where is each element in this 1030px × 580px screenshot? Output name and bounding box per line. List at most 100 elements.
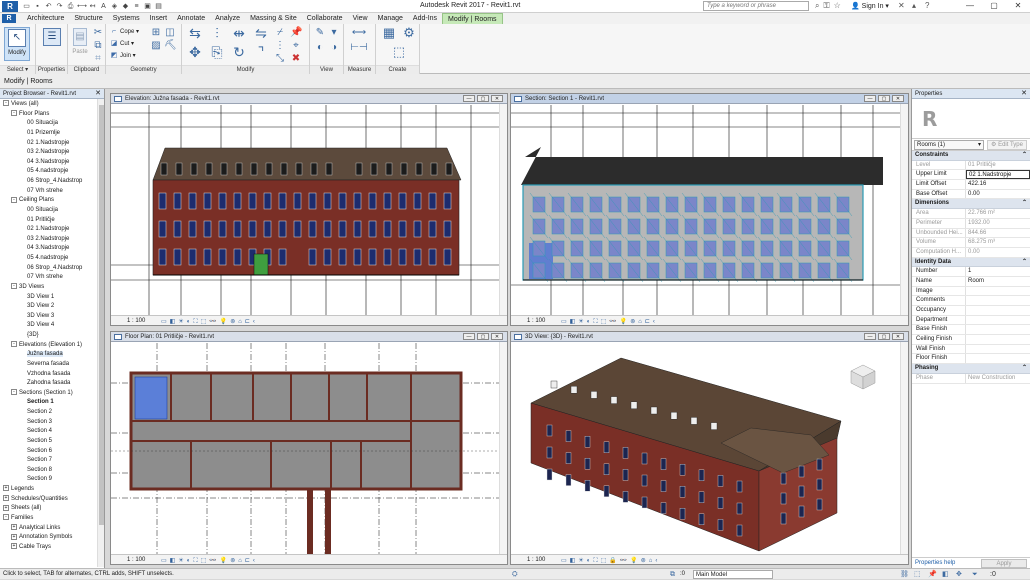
copy-element-icon[interactable]: ⎘ xyxy=(208,45,226,64)
browser-node[interactable]: Zahodna fasada xyxy=(0,379,104,389)
view-dropdown-icon[interactable]: ▾ xyxy=(328,27,340,39)
tab-architecture[interactable]: Architecture xyxy=(22,13,69,24)
reveal-hidden-icon[interactable]: 💡 xyxy=(220,556,227,566)
search-icon[interactable]: ⌕ xyxy=(815,1,819,11)
crop-icon[interactable]: ⛶ xyxy=(593,317,597,327)
search-input[interactable]: Type a keyword or phrase xyxy=(703,1,809,11)
subscription-icon[interactable]: ⚿ xyxy=(823,1,829,11)
close-icon[interactable]: ✕ xyxy=(1021,89,1027,99)
rotate-icon[interactable]: ↻ xyxy=(230,45,248,64)
properties-help-link[interactable]: Properties help xyxy=(915,560,955,566)
constraints-icon[interactable]: ⊏ xyxy=(245,317,250,327)
detail-level-icon[interactable]: ▭ xyxy=(161,317,167,327)
close-icon[interactable]: ✕ xyxy=(892,95,904,102)
cut-geometry-button[interactable]: ◪ Cut ▾ xyxy=(110,39,134,49)
collapse-icon[interactable]: - xyxy=(11,110,17,117)
filter-icon[interactable]: ⏷ xyxy=(972,569,978,580)
floor-plan-view[interactable]: Floor Plan: 01 Pritličje - Revit1.rvt — ▢… xyxy=(110,331,508,565)
join-button[interactable]: ◩ Join ▾ xyxy=(110,51,136,61)
tab-systems[interactable]: Systems xyxy=(108,13,145,24)
detail-level-icon[interactable]: ▭ xyxy=(161,556,167,566)
split-face-icon[interactable]: ◫ xyxy=(164,27,176,39)
scale-label[interactable]: 1 : 100 xyxy=(527,557,545,563)
linework-icon[interactable]: ◑ xyxy=(328,42,340,54)
apply-button[interactable]: Apply xyxy=(981,559,1027,568)
browser-node[interactable]: - Ceiling Plans xyxy=(0,196,104,206)
elevation-scrollbar[interactable] xyxy=(499,104,507,315)
temp-hide-icon[interactable]: 👓 xyxy=(209,317,216,327)
save-icon[interactable]: ▪ xyxy=(33,2,42,11)
browser-node[interactable]: Section 5 xyxy=(0,437,104,447)
3d-scrollbar[interactable] xyxy=(900,342,908,554)
redo-icon[interactable]: ↷ xyxy=(55,2,64,11)
analytical-icon[interactable]: ⊚ xyxy=(230,317,235,327)
tab-manage[interactable]: Manage xyxy=(373,13,408,24)
split-icon[interactable]: ⌿ xyxy=(274,27,286,39)
properties-header[interactable]: Properties ✕ xyxy=(912,89,1030,99)
select-pinned-icon[interactable]: 📌 xyxy=(928,569,937,580)
temp-hide-icon[interactable]: 👓 xyxy=(209,556,216,566)
detail-level-icon[interactable]: ▭ xyxy=(561,317,567,327)
select-by-face-icon[interactable]: ◧ xyxy=(942,569,949,580)
browser-node[interactable]: Severna fasada xyxy=(0,360,104,370)
demolish-icon[interactable]: ⛏ xyxy=(164,40,177,52)
undo-icon[interactable]: ↶ xyxy=(44,2,53,11)
expand-icon[interactable]: + xyxy=(3,504,9,511)
close-icon[interactable]: ✕ xyxy=(1006,0,1030,12)
property-value[interactable] xyxy=(966,345,1030,354)
project-browser-scrollbar[interactable] xyxy=(97,99,104,567)
drag-elements-icon[interactable]: ✥ xyxy=(956,569,962,580)
instance-filter-dropdown[interactable]: Rooms (1) ▾ xyxy=(914,140,984,150)
highlight-icon[interactable]: ⌂ xyxy=(238,317,242,327)
collapse-icon[interactable]: - xyxy=(11,341,17,348)
scale-icon[interactable]: ⤡ xyxy=(274,53,286,65)
shadows-icon[interactable]: ◐ xyxy=(587,556,591,566)
browser-node[interactable]: Section 2 xyxy=(0,408,104,418)
wall-joins-icon[interactable]: ⊞ xyxy=(150,27,162,39)
property-value[interactable] xyxy=(966,287,1030,296)
collapse-icon[interactable]: ⌃ xyxy=(1022,151,1027,161)
pin-icon[interactable]: 📌 xyxy=(290,27,302,39)
tab-insert[interactable]: Insert xyxy=(145,13,173,24)
expand-icon[interactable]: + xyxy=(11,523,17,530)
browser-node[interactable]: 02 1.Nadstropje xyxy=(0,139,104,149)
delete-icon[interactable]: ✖ xyxy=(290,53,302,65)
property-value[interactable] xyxy=(966,316,1030,325)
browser-node[interactable]: 06 Strop_4.Nadstrop xyxy=(0,177,104,187)
scale-label[interactable]: 1 : 100 xyxy=(527,318,545,324)
thin-lines-icon[interactable]: ≡ xyxy=(132,2,141,11)
exchange-icon[interactable]: ✕ xyxy=(898,1,905,10)
property-value[interactable] xyxy=(966,335,1030,344)
paste-button[interactable]: ▤ Paste xyxy=(71,27,89,65)
browser-node[interactable]: 07 Vrh strehe xyxy=(0,273,104,283)
expand-icon[interactable]: + xyxy=(11,533,17,540)
browser-node[interactable]: + Legends xyxy=(0,485,104,495)
reveal-hidden-icon[interactable]: 💡 xyxy=(620,317,627,327)
property-section[interactable]: Identity Data ⌃ xyxy=(912,257,1030,268)
star-icon[interactable]: ☆ xyxy=(834,1,841,11)
browser-node[interactable]: + Sheets (all) xyxy=(0,504,104,514)
browser-node[interactable]: Section 8 xyxy=(0,466,104,476)
browser-node[interactable]: 3D View 4 xyxy=(0,321,104,331)
browser-node[interactable]: 05 4.nadstropje xyxy=(0,167,104,177)
crop-icon[interactable]: ⛶ xyxy=(193,556,197,566)
restore-icon[interactable]: ▢ xyxy=(477,333,489,340)
help-icon[interactable]: ? xyxy=(925,1,929,10)
section-canvas[interactable] xyxy=(511,105,900,315)
browser-node[interactable]: 04 3.Nadstropje xyxy=(0,158,104,168)
minimize-icon[interactable]: — xyxy=(864,95,876,102)
property-value[interactable]: Room xyxy=(966,277,1030,286)
collapse-icon[interactable]: - xyxy=(3,514,9,521)
revit-app-button[interactable]: R xyxy=(2,14,16,23)
copy-icon[interactable]: ⧉ xyxy=(92,40,104,52)
temp-hide-icon[interactable]: 👓 xyxy=(620,556,627,566)
browser-node[interactable]: 04 3.Nadstropje xyxy=(0,244,104,254)
paint-icon[interactable]: ▨ xyxy=(150,40,162,52)
highlight-icon[interactable]: ⌂ xyxy=(649,556,653,566)
browser-node[interactable]: 01 Pritličje xyxy=(0,216,104,226)
browser-node[interactable]: Južna fasada xyxy=(0,350,104,360)
tab-analyze[interactable]: Analyze xyxy=(210,13,245,24)
visual-style-icon[interactable]: ◧ xyxy=(570,556,576,566)
hide-icon[interactable]: ◐ xyxy=(314,42,326,54)
close-hidden-icon[interactable]: ▣ xyxy=(143,2,152,11)
